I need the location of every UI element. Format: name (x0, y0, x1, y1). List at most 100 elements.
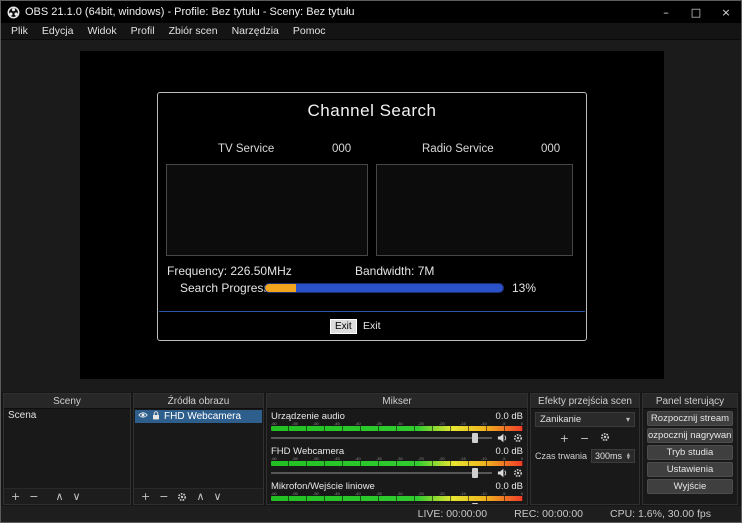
scenes-toolbar: + − ∧ ∨ (4, 488, 130, 504)
mixer-channel: Urządzenie audio 0.0 dB -60-55-50-45-40-… (271, 411, 523, 444)
volume-slider[interactable] (271, 432, 492, 444)
transitions-panel: Zanikanie ▾ + − Czas trwania 300ms ▲ (531, 409, 639, 504)
remove-source-button[interactable]: − (159, 489, 168, 504)
window-title: OBS 21.1.0 (64bit, windows) - Profile: B… (25, 6, 355, 18)
obs-logo-icon (7, 6, 20, 19)
rec-time: REC: 00:00:00 (514, 508, 583, 520)
transition-duration-row: Czas trwania 300ms ▲ ▼ (535, 449, 635, 463)
menu-widok[interactable]: Widok (80, 23, 123, 39)
scenes-dock: Sceny Scena + − ∧ ∨ (3, 393, 131, 505)
speaker-icon[interactable] (497, 503, 508, 504)
cpu-fps-status: CPU: 1.6%, 30.00 fps (610, 508, 711, 520)
source-item[interactable]: FHD Webcamera (135, 410, 262, 423)
volume-slider-handle[interactable] (472, 433, 478, 443)
mixer-dock-title: Mikser (267, 394, 527, 409)
duration-spinner[interactable]: 300ms ▲ ▼ (591, 449, 635, 463)
controls-dock-title: Panel sterujący (643, 394, 737, 409)
add-transition-button[interactable]: + (560, 432, 569, 445)
volume-meter (271, 496, 523, 501)
exit-app-button[interactable]: Wyjście (647, 479, 733, 494)
mixer-channel: FHD Webcamera 0.0 dB -60-55-50-45-40-35-… (271, 446, 523, 479)
menu-zbior-scen[interactable]: Zbiór scen (162, 23, 225, 39)
remove-scene-button[interactable]: − (29, 489, 38, 504)
frequency-label: Frequency: 226.50MHz (167, 264, 292, 278)
move-scene-up-button[interactable]: ∧ (55, 489, 63, 504)
statusbar: LIVE: 00:00:00 REC: 00:00:00 CPU: 1.6%, … (1, 506, 741, 522)
transitions-dock-title: Efekty przejścia scen (531, 394, 639, 409)
move-source-down-button[interactable]: ∨ (214, 489, 222, 504)
menu-pomoc[interactable]: Pomoc (286, 23, 333, 39)
menu-profil[interactable]: Profil (124, 23, 162, 39)
gear-icon[interactable] (513, 468, 523, 478)
obs-window: OBS 21.1.0 (64bit, windows) - Profile: B… (0, 0, 742, 523)
menu-narzedzia[interactable]: Narzędzia (225, 23, 286, 39)
settings-button[interactable]: Ustawienia (647, 462, 733, 477)
preview-area: Channel Search TV Service 000 Radio Serv… (1, 40, 741, 392)
visibility-eye-icon[interactable] (138, 411, 148, 422)
live-time: LIVE: 00:00:00 (418, 508, 487, 520)
maximize-button[interactable]: □ (681, 1, 711, 23)
radio-service-list (376, 164, 573, 256)
gear-icon[interactable] (513, 503, 523, 504)
tv-service-count: 000 (332, 143, 351, 155)
add-scene-button[interactable]: + (11, 489, 20, 504)
remove-transition-button[interactable]: − (580, 432, 589, 445)
docks: Sceny Scena + − ∧ ∨ Źródła obrazu (1, 392, 741, 506)
search-progress-percent: 13% (512, 281, 536, 295)
chevron-down-icon: ▾ (626, 415, 630, 424)
start-recording-button[interactable]: Rozpocznij nagrywanie (647, 428, 733, 443)
mixer-db-scale: -60-55-50-45-40-35-30-25-20-15-10-50 (271, 458, 523, 460)
mixer-channels: Urządzenie audio 0.0 dB -60-55-50-45-40-… (267, 409, 527, 504)
source-properties-gear-icon[interactable] (177, 492, 187, 502)
dialog-title: Channel Search (158, 101, 586, 121)
studio-mode-button[interactable]: Tryb studia (647, 445, 733, 460)
speaker-icon[interactable] (497, 468, 508, 478)
mixer-channel-name: Urządzenie audio (271, 411, 345, 422)
speaker-icon[interactable] (497, 433, 508, 443)
scenes-dock-title: Sceny (4, 394, 130, 409)
spin-down-icon[interactable]: ▼ (627, 456, 630, 460)
sources-toolbar: + − ∧ ∨ (134, 488, 263, 504)
scenes-list: Scena + − ∧ ∨ (4, 409, 130, 504)
mixer-channel: Mikrofon/Wejście liniowe 0.0 dB -60-55-5… (271, 481, 523, 504)
window-controls: – □ × (651, 1, 741, 23)
sources-list: FHD Webcamera + − ∧ ∨ (134, 409, 263, 504)
mixer-db-scale: -60-55-50-45-40-35-30-25-20-15-10-50 (271, 423, 523, 425)
duration-value: 300ms (595, 451, 622, 461)
menubar: Plik Edycja Widok Profil Zbiór scen Narz… (1, 23, 741, 40)
titlebar: OBS 21.1.0 (64bit, windows) - Profile: B… (1, 1, 741, 23)
menu-plik[interactable]: Plik (4, 23, 35, 39)
volume-meter (271, 461, 523, 466)
search-progress-label: Search Progress: (180, 281, 273, 295)
scene-item[interactable]: Scena (4, 409, 130, 422)
transition-select[interactable]: Zanikanie ▾ (535, 412, 635, 427)
start-streaming-button[interactable]: Rozpocznij stream (647, 411, 733, 426)
transition-buttons: + − (535, 431, 635, 445)
volume-slider[interactable] (271, 502, 492, 504)
transitions-dock: Efekty przejścia scen Zanikanie ▾ + − Cz… (530, 393, 640, 505)
volume-slider-handle[interactable] (472, 468, 478, 478)
gear-icon[interactable] (513, 433, 523, 443)
video-preview[interactable]: Channel Search TV Service 000 Radio Serv… (80, 51, 664, 379)
mixer-dock: Mikser Urządzenie audio 0.0 dB -60-55-50… (266, 393, 528, 505)
add-source-button[interactable]: + (141, 489, 150, 504)
controls-panel: Rozpocznij stream Rozpocznij nagrywanie … (643, 409, 737, 504)
tv-service-label: TV Service (218, 143, 274, 155)
move-scene-down-button[interactable]: ∨ (73, 489, 81, 504)
bandwidth-label: Bandwidth: 7M (355, 264, 434, 278)
menu-edycja[interactable]: Edycja (35, 23, 81, 39)
duration-label: Czas trwania (535, 451, 587, 461)
minimize-button[interactable]: – (651, 1, 681, 23)
transition-properties-gear-icon[interactable] (600, 432, 610, 445)
volume-slider[interactable] (271, 467, 492, 479)
search-progress-bar (264, 283, 504, 293)
move-source-up-button[interactable]: ∧ (196, 489, 204, 504)
mixer-channel-level: 0.0 dB (496, 411, 523, 422)
close-button[interactable]: × (711, 1, 741, 23)
osd-exit-button: Exit (330, 319, 357, 334)
spinner-arrows[interactable]: ▲ ▼ (627, 453, 630, 460)
mixer-channel-name: FHD Webcamera (271, 446, 344, 457)
lock-icon[interactable] (152, 411, 160, 423)
volume-slider-handle[interactable] (472, 503, 478, 504)
mixer-channel-level: 0.0 dB (496, 481, 523, 492)
